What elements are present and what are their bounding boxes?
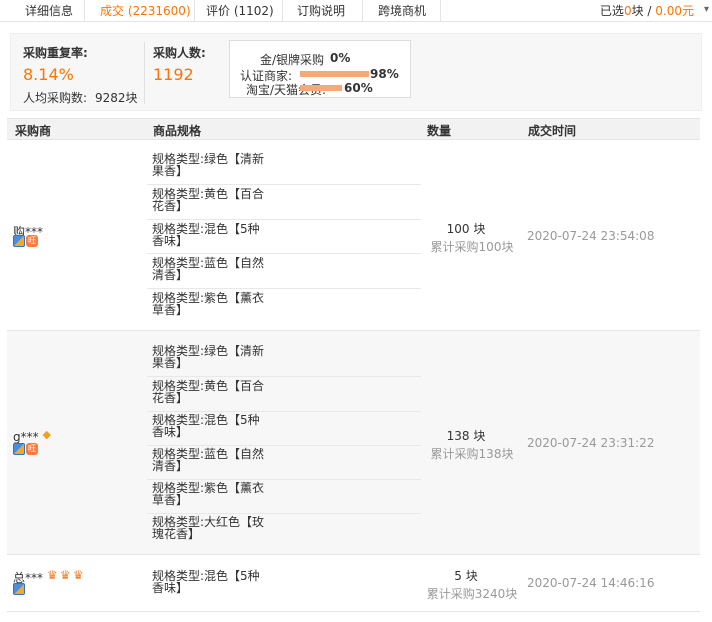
purchase-stats-panel: 采购重复率: 8.14% 人均采购数: 9282块 采购人数: 1192 金/银…	[10, 33, 702, 111]
cumulative-purchase: 累计采购3240块	[426, 587, 518, 601]
breakdown-pct: 98%	[370, 67, 399, 81]
buyer-badges	[13, 583, 26, 595]
selection-summary[interactable]: 已选0块 / 0.00元	[600, 2, 694, 19]
spec-item: 规格类型:紫色【薰衣草香】	[147, 482, 421, 514]
column-header: 数量	[427, 124, 452, 138]
spec-item: 规格类型:蓝色【自然清香】	[147, 257, 421, 289]
buyers-count-label: 采购人数:	[153, 46, 206, 60]
column-header: 采购商	[15, 124, 52, 138]
table-row: g*** ◆ 旺 规格类型:绿色【清新果香】 规格类型:黄色【百合花香】 规格类…	[7, 331, 700, 554]
spec-item: 规格类型:绿色【清新果香】	[147, 345, 421, 377]
buyer-name[interactable]: g*** ◆	[13, 428, 55, 444]
transaction-time: 2020-07-24 14:46:16	[527, 576, 655, 590]
tab-divider	[362, 0, 363, 22]
tab-reviews[interactable]: 评价 (1102)	[206, 2, 274, 19]
column-header: 商品规格	[153, 124, 202, 138]
breakdown-pct: 0%	[330, 51, 351, 65]
spec-item: 规格类型:紫色【薰衣草香】	[152, 291, 265, 317]
tab-divider	[84, 0, 85, 22]
spec-item: 规格类型:黄色【百合花香】	[147, 188, 421, 220]
spec-item: 规格类型:混色【5种香味】	[152, 569, 260, 595]
tab-details[interactable]: 详细信息	[25, 2, 73, 19]
tab-order-instructions[interactable]: 订购说明	[297, 2, 345, 19]
crown-icon: ♛	[46, 568, 58, 582]
avg-purchase-value: 9282块	[95, 91, 138, 105]
cumulative-purchase: 累计采购100块	[430, 240, 514, 254]
table-row: 总*** ♛ ♛ ♛ 规格类型:混色【5种香味】 5 块 累计采购3240块 202…	[7, 555, 700, 611]
crown-icon: ♛	[72, 568, 84, 582]
detail-tab-bar: 详细信息 成交 (2231600) 评价 (1102) 订购说明 跨境商机 已选…	[0, 0, 712, 22]
quantity: 5 块	[454, 569, 478, 583]
table-row: 购*** 旺 规格类型:绿色【清新果香】 规格类型:黄色【百合花香】 规格类型:…	[7, 141, 700, 330]
buyer-badges: 旺	[13, 235, 39, 247]
buyer-badges: 旺	[13, 443, 39, 455]
alipay-icon	[13, 235, 25, 247]
tab-cross-border[interactable]: 跨境商机	[378, 2, 426, 19]
wangwang-icon[interactable]: 旺	[26, 443, 38, 455]
diamond-icon: ◆	[42, 428, 51, 441]
breakdown-label: 金/银牌采购	[260, 53, 325, 67]
tab-transactions[interactable]: 成交 (2231600)	[100, 2, 191, 19]
avg-purchase-label: 人均采购数:	[23, 91, 88, 105]
alipay-icon	[13, 443, 25, 455]
alipay-icon	[13, 583, 25, 595]
quantity: 138 块	[446, 429, 486, 443]
transaction-time: 2020-07-24 23:31:22	[527, 436, 655, 450]
breakdown-bar	[300, 85, 342, 91]
spec-item: 规格类型:大红色【玫瑰花香】	[152, 515, 265, 541]
spec-item: 规格类型:混色【5种香味】	[147, 223, 421, 254]
spec-item: 规格类型:黄色【百合花香】	[147, 380, 421, 412]
tab-divider	[194, 0, 195, 22]
spec-item: 规格类型:混色【5种香味】	[147, 414, 421, 446]
buyer-breakdown-popup: 金/银牌采购 0% 认证商家: 98% 淘宝/天猫会员: 60%	[229, 40, 411, 98]
column-header: 成交时间	[528, 124, 577, 138]
wangwang-icon[interactable]: 旺	[26, 235, 38, 247]
spec-item: 规格类型:绿色【清新果香】	[147, 153, 421, 185]
spec-item: 规格类型:蓝色【自然清香】	[147, 448, 421, 480]
breakdown-bar	[300, 71, 369, 77]
repeat-rate-label: 采购重复率:	[23, 46, 88, 60]
buyers-count-value: 1192	[153, 65, 194, 84]
quantity: 100 块	[446, 222, 486, 236]
row-divider	[7, 611, 700, 612]
cumulative-purchase: 累计采购138块	[430, 447, 514, 461]
chevron-down-icon[interactable]: ▾	[704, 4, 709, 15]
crown-icon: ♛	[59, 568, 71, 582]
transaction-time: 2020-07-24 23:54:08	[527, 229, 655, 243]
stats-divider	[144, 42, 145, 104]
repeat-rate-value: 8.14%	[23, 65, 74, 84]
tab-divider	[440, 0, 441, 22]
transactions-table-header: 采购商 商品规格 数量 成交时间	[7, 118, 700, 140]
tab-divider	[282, 0, 283, 22]
breakdown-pct: 60%	[344, 81, 373, 95]
